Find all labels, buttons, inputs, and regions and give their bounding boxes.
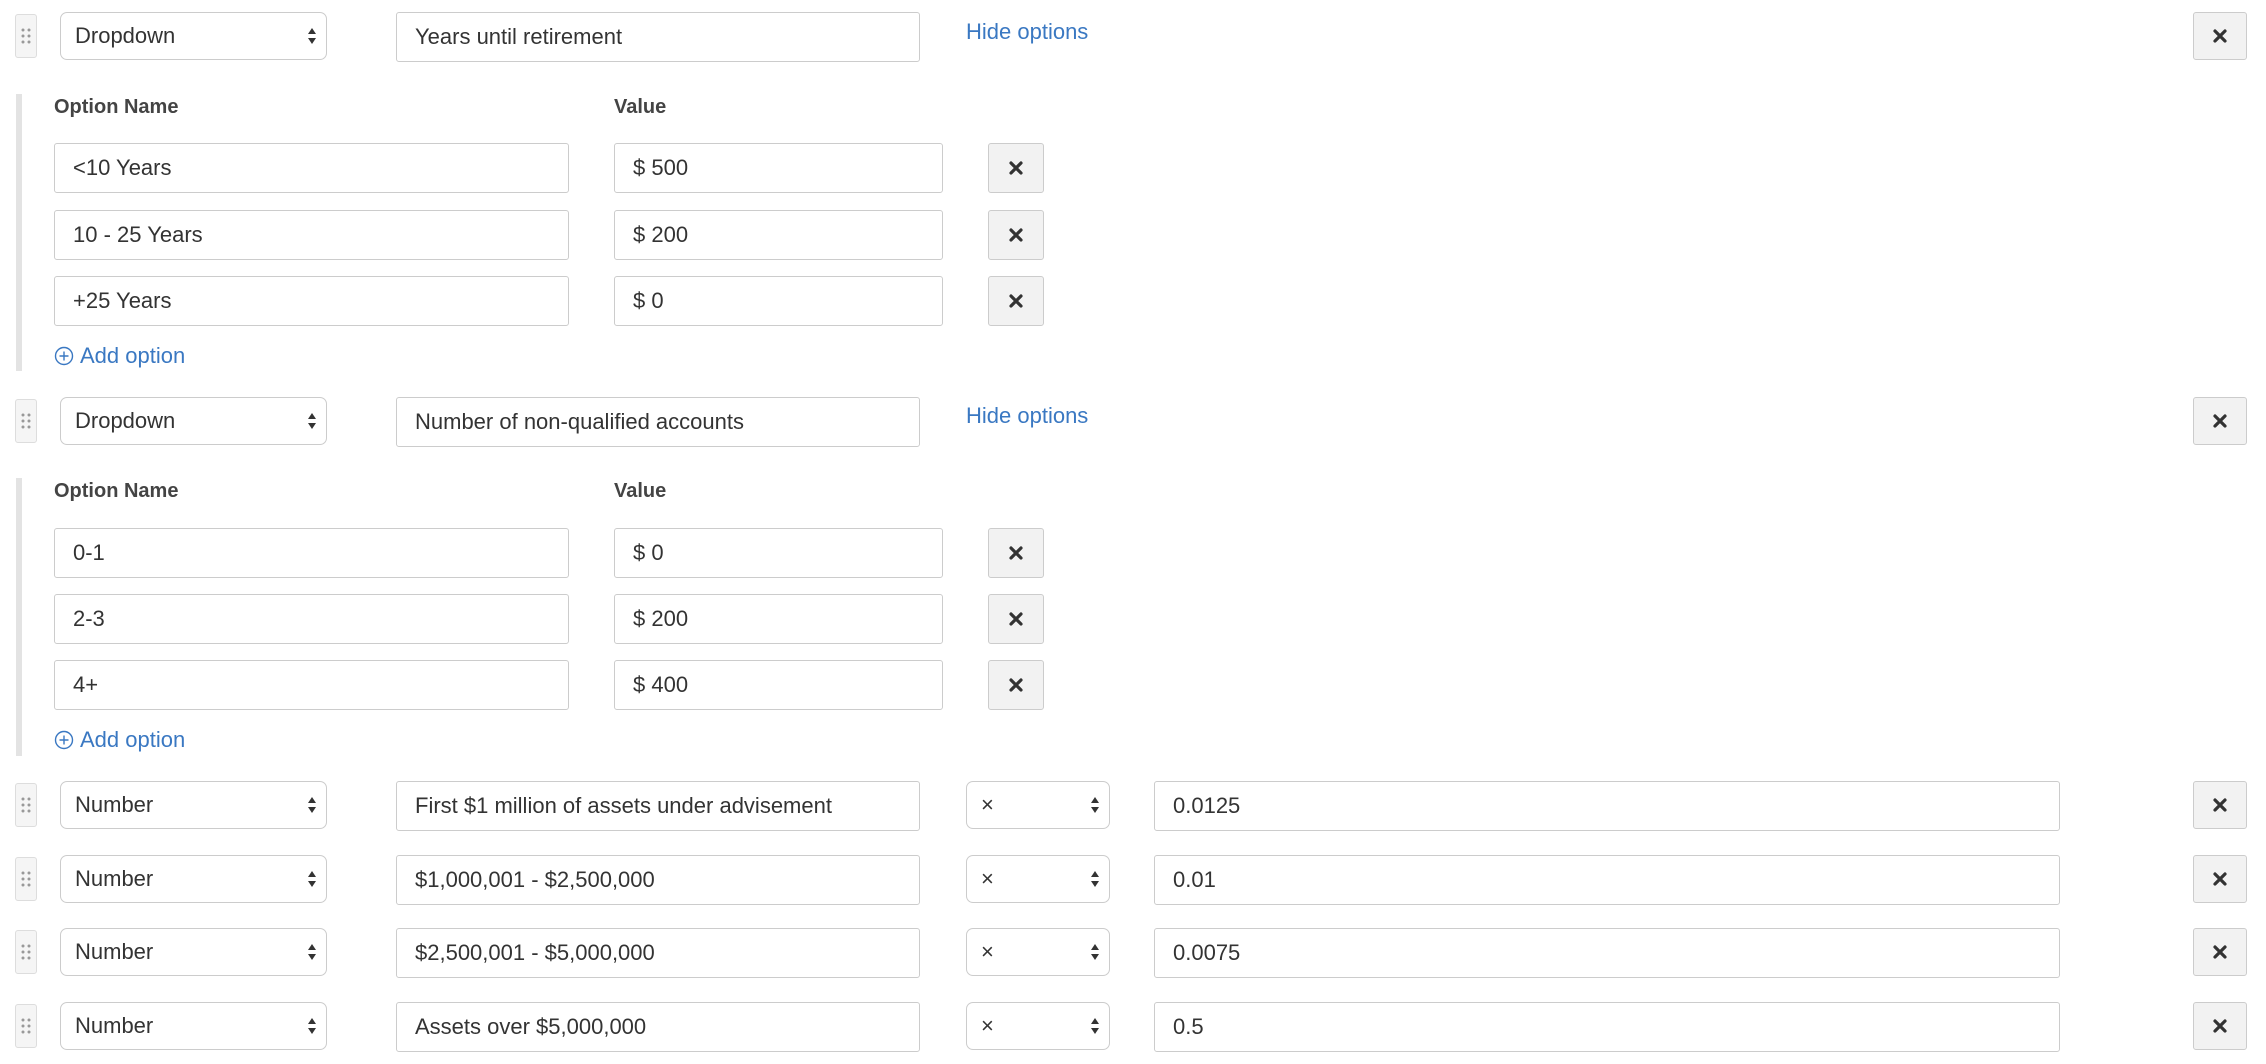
field-type-select[interactable]: Number (60, 855, 327, 903)
select-arrows-icon (1090, 1003, 1100, 1049)
remove-field-button[interactable] (2193, 928, 2247, 976)
operator-select[interactable]: × (966, 1002, 1110, 1050)
drag-handle-icon (21, 28, 31, 44)
operator-select[interactable]: × (966, 855, 1110, 903)
field-label-input[interactable]: Number of non-qualified accounts (396, 397, 920, 447)
hide-options-link[interactable]: Hide options (966, 17, 1088, 47)
options-panel-bar (16, 94, 22, 371)
field-type-value: Number (75, 939, 154, 964)
option-name-input[interactable]: +25 Years (54, 276, 569, 326)
plus-circle-icon (54, 346, 74, 366)
remove-option-button[interactable] (988, 594, 1044, 644)
multiplier-input[interactable]: 0.01 (1154, 855, 2060, 905)
add-option-label: Add option (80, 343, 186, 368)
option-name-header: Option Name (54, 480, 179, 502)
drag-handle[interactable] (15, 783, 37, 827)
select-arrows-icon (307, 856, 317, 902)
option-name-input[interactable]: 10 - 25 Years (54, 210, 569, 260)
select-arrows-icon (307, 13, 317, 59)
drag-handle-icon (21, 871, 31, 887)
option-name-input[interactable]: 2-3 (54, 594, 569, 644)
field-type-value: Number (75, 792, 154, 817)
close-icon (1009, 228, 1023, 242)
drag-handle[interactable] (15, 14, 37, 58)
remove-field-button[interactable] (2193, 397, 2247, 445)
drag-handle[interactable] (15, 1004, 37, 1048)
select-arrows-icon (307, 398, 317, 444)
field-type-select[interactable]: Number (60, 1002, 327, 1050)
close-icon (2213, 945, 2227, 959)
drag-handle[interactable] (15, 930, 37, 974)
hide-options-link[interactable]: Hide options (966, 401, 1088, 431)
field-type-value: Dropdown (75, 23, 176, 48)
drag-handle-icon (21, 797, 31, 813)
option-value-input[interactable]: $ 400 (614, 660, 943, 710)
remove-field-button[interactable] (2193, 12, 2247, 60)
add-option-link[interactable]: Add option (54, 341, 185, 371)
field-label-input[interactable]: Assets over $5,000,000 (396, 1002, 920, 1052)
select-arrows-icon (1090, 856, 1100, 902)
close-icon (2213, 798, 2227, 812)
field-type-select[interactable]: Dropdown (60, 12, 327, 60)
option-value-input[interactable]: $ 0 (614, 528, 943, 578)
option-value-input[interactable]: $ 200 (614, 210, 943, 260)
drag-handle-icon (21, 413, 31, 429)
multiplier-input[interactable]: 0.5 (1154, 1002, 2060, 1052)
close-icon (1009, 546, 1023, 560)
field-type-select[interactable]: Number (60, 928, 327, 976)
plus-circle-icon (54, 730, 74, 750)
multiplier-input[interactable]: 0.0125 (1154, 781, 2060, 831)
select-arrows-icon (1090, 782, 1100, 828)
close-icon (2213, 1019, 2227, 1033)
drag-handle[interactable] (15, 399, 37, 443)
drag-handle-icon (21, 944, 31, 960)
value-header: Value (614, 96, 667, 118)
remove-option-button[interactable] (988, 143, 1044, 193)
field-label-input[interactable]: $2,500,001 - $5,000,000 (396, 928, 920, 978)
option-value-input[interactable]: $ 500 (614, 143, 943, 193)
close-icon (1009, 612, 1023, 626)
remove-field-button[interactable] (2193, 781, 2247, 829)
remove-option-button[interactable] (988, 210, 1044, 260)
close-icon (2213, 414, 2227, 428)
field-type-value: Number (75, 1013, 154, 1038)
multiplier-input[interactable]: 0.0075 (1154, 928, 2060, 978)
remove-option-button[interactable] (988, 276, 1044, 326)
option-name-input[interactable]: 4+ (54, 660, 569, 710)
remove-field-button[interactable] (2193, 855, 2247, 903)
close-icon (1009, 294, 1023, 308)
field-label-input[interactable]: First $1 million of assets under advisem… (396, 781, 920, 831)
field-type-value: Dropdown (75, 408, 176, 433)
drag-handle-icon (21, 1018, 31, 1034)
select-arrows-icon (307, 1003, 317, 1049)
option-value-input[interactable]: $ 200 (614, 594, 943, 644)
drag-handle[interactable] (15, 857, 37, 901)
add-option-link[interactable]: Add option (54, 725, 185, 755)
select-arrows-icon (307, 782, 317, 828)
field-type-select[interactable]: Number (60, 781, 327, 829)
field-type-value: Number (75, 866, 154, 891)
operator-select[interactable]: × (966, 781, 1110, 829)
option-name-input[interactable]: 0-1 (54, 528, 569, 578)
field-label-input[interactable]: $1,000,001 - $2,500,000 (396, 855, 920, 905)
operator-select[interactable]: × (966, 928, 1110, 976)
close-icon (2213, 29, 2227, 43)
options-panel-bar (16, 478, 22, 756)
close-icon (1009, 678, 1023, 692)
remove-option-button[interactable] (988, 528, 1044, 578)
close-icon (2213, 872, 2227, 886)
remove-field-button[interactable] (2193, 1002, 2247, 1050)
select-arrows-icon (1090, 929, 1100, 975)
option-name-input[interactable]: <10 Years (54, 143, 569, 193)
close-icon (1009, 161, 1023, 175)
field-type-select[interactable]: Dropdown (60, 397, 327, 445)
option-value-input[interactable]: $ 0 (614, 276, 943, 326)
select-arrows-icon (307, 929, 317, 975)
field-label-input[interactable]: Years until retirement (396, 12, 920, 62)
add-option-label: Add option (80, 727, 186, 752)
value-header: Value (614, 480, 667, 502)
option-name-header: Option Name (54, 96, 179, 118)
remove-option-button[interactable] (988, 660, 1044, 710)
